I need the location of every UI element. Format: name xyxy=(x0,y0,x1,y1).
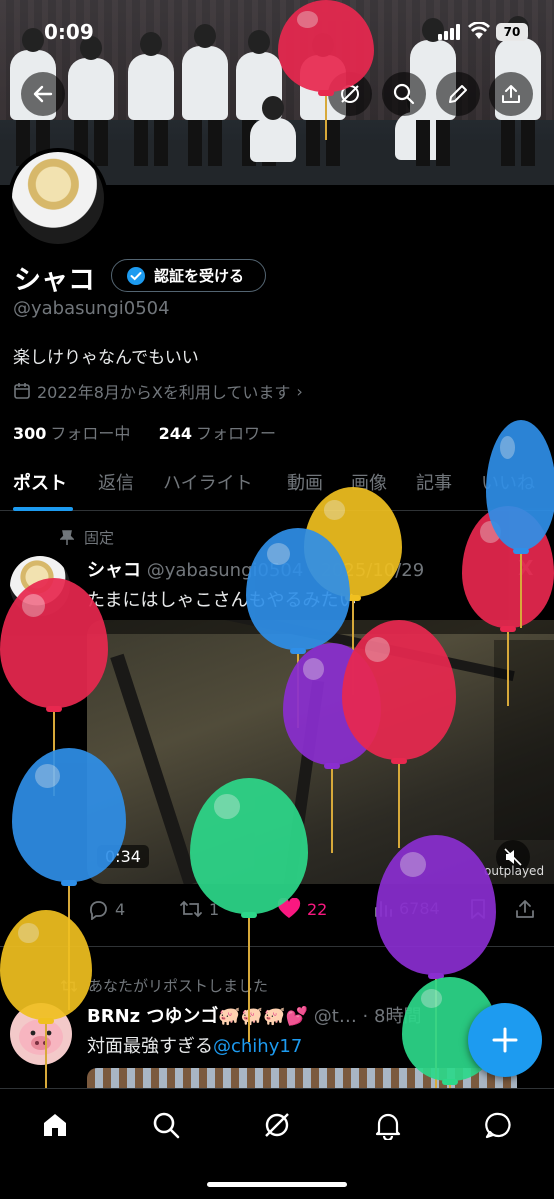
nav-home[interactable] xyxy=(37,1107,73,1143)
post-handle-date: @yabasungi0504 · 2025/10/29 xyxy=(146,560,425,581)
repost-header: BRNz つゆンゴ🐖🐖🐖💕 @t… · 8時間 xyxy=(87,1002,421,1028)
repost-media[interactable] xyxy=(87,1068,517,1088)
followers-link[interactable]: 244 フォロワー xyxy=(159,424,276,443)
pin-icon xyxy=(60,529,74,545)
pinned-indicator: 固定 xyxy=(60,527,114,548)
views-icon xyxy=(375,901,392,917)
x-logo-icon: X xyxy=(518,556,534,580)
reply-icon xyxy=(89,901,107,920)
share-button[interactable] xyxy=(489,72,533,116)
post-share-button[interactable] xyxy=(514,898,536,920)
search-icon xyxy=(393,83,415,105)
bookmark-button[interactable] xyxy=(469,898,487,920)
repost-handle-time: @t… · 8時間 xyxy=(313,1006,422,1027)
post-actions: 4 1 22 6784 xyxy=(87,898,547,924)
share-icon xyxy=(502,85,520,103)
nav-messages[interactable] xyxy=(481,1107,517,1143)
grok-icon xyxy=(265,1113,289,1137)
tab-articles[interactable]: 記事 xyxy=(416,469,452,495)
get-verified-label: 認証を受ける xyxy=(154,267,245,285)
tab-videos[interactable]: 動画 xyxy=(287,469,323,495)
display-name: シャコ xyxy=(14,265,95,296)
like-button[interactable]: 22 xyxy=(277,898,327,920)
reply-count: 4 xyxy=(115,899,126,919)
messages-icon xyxy=(485,1112,511,1139)
notifications-icon xyxy=(375,1113,401,1140)
tab-likes[interactable]: いいね xyxy=(481,469,535,495)
search-button[interactable] xyxy=(382,72,426,116)
nav-search[interactable] xyxy=(148,1107,184,1143)
share-icon xyxy=(516,900,534,918)
banner-figure xyxy=(250,96,296,162)
profile-tabs: ポスト 返信 ハイライト 動画 画像 記事 いいね xyxy=(0,463,554,511)
active-tab-indicator xyxy=(13,507,73,511)
post-text: たまにはしゃこさんもやるみたい xyxy=(87,590,357,611)
view-count: 6784 xyxy=(399,898,440,918)
reply-button[interactable]: 4 xyxy=(87,898,125,920)
repost-label: あなたがリポストしました xyxy=(88,977,269,995)
banner-figure xyxy=(128,32,174,166)
post-divider xyxy=(0,946,554,947)
tab-replies[interactable]: 返信 xyxy=(98,469,134,495)
heart-icon xyxy=(277,898,301,918)
plus-icon xyxy=(492,1027,518,1053)
balloon xyxy=(486,420,554,630)
nav-notifications[interactable] xyxy=(370,1107,406,1143)
tab-highlights[interactable]: ハイライト xyxy=(163,469,253,495)
get-verified-button[interactable]: 認証を受ける xyxy=(111,259,266,292)
grok-icon xyxy=(341,85,359,103)
video-overlay xyxy=(494,640,554,840)
video-watermark: outplayed xyxy=(484,864,545,878)
grok-button[interactable] xyxy=(328,72,372,116)
following-link[interactable]: 300 フォロー中 xyxy=(13,424,130,443)
post-author[interactable]: シャコ xyxy=(87,560,141,581)
verified-badge-icon xyxy=(127,266,145,285)
edit-icon xyxy=(449,85,467,103)
repost-button[interactable]: 1 xyxy=(179,898,219,920)
profile-bio: 楽しけりゃなんでもいい xyxy=(13,348,199,368)
post-avatar[interactable] xyxy=(10,556,70,616)
profile-handle: @yabasungi0504 xyxy=(13,298,170,319)
like-count: 22 xyxy=(307,899,328,919)
follow-stats: 300 フォロー中 244 フォロワー xyxy=(13,420,276,444)
pig-avatar-icon xyxy=(19,1019,63,1055)
views-button[interactable]: 6784 xyxy=(373,898,440,918)
nav-grok[interactable] xyxy=(259,1107,295,1143)
chevron-right-icon: › xyxy=(296,381,303,401)
joined-label: 2022年8月からXを利用しています xyxy=(37,383,291,402)
home-indicator xyxy=(207,1182,347,1187)
joined-date[interactable]: 2022年8月からXを利用しています › xyxy=(13,379,303,403)
search-icon xyxy=(153,1112,180,1139)
back-button[interactable] xyxy=(21,72,65,116)
repost-icon xyxy=(61,979,78,992)
home-icon xyxy=(44,1114,66,1136)
repost-icon xyxy=(180,900,202,918)
video-scene xyxy=(281,680,325,884)
status-time: 0:09 xyxy=(44,20,94,44)
pinned-label: 固定 xyxy=(84,529,115,547)
tab-posts[interactable]: ポスト xyxy=(13,469,67,495)
back-arrow-icon xyxy=(33,85,53,103)
status-bar: 0:09 70 xyxy=(0,0,554,60)
repost-avatar[interactable] xyxy=(10,1003,72,1065)
repost-indicator: あなたがリポストしました xyxy=(60,975,268,996)
tab-images[interactable]: 画像 xyxy=(351,469,387,495)
compose-post-button[interactable] xyxy=(468,1003,542,1077)
repost-author[interactable]: BRNz つゆンゴ🐖🐖🐖💕 xyxy=(87,1006,308,1027)
bookmark-icon xyxy=(471,899,485,919)
edit-button[interactable] xyxy=(436,72,480,116)
mention-link[interactable]: @chihy17 xyxy=(213,1036,302,1057)
video-duration: 0:34 xyxy=(97,845,149,868)
repost-count: 1 xyxy=(209,899,220,919)
avatar xyxy=(12,152,104,244)
post-header: シャコ @yabasungi0504 · 2025/10/29 xyxy=(87,556,424,582)
profile-avatar[interactable] xyxy=(8,148,108,248)
repost-text: 対面最強すぎる@chihy17 xyxy=(87,1036,303,1057)
post-video[interactable] xyxy=(87,620,554,884)
battery-indicator: 70 xyxy=(496,23,528,41)
wifi-icon xyxy=(468,22,490,39)
cellular-signal-icon xyxy=(438,24,460,40)
calendar-icon xyxy=(14,383,30,399)
banner-figure xyxy=(68,36,114,166)
